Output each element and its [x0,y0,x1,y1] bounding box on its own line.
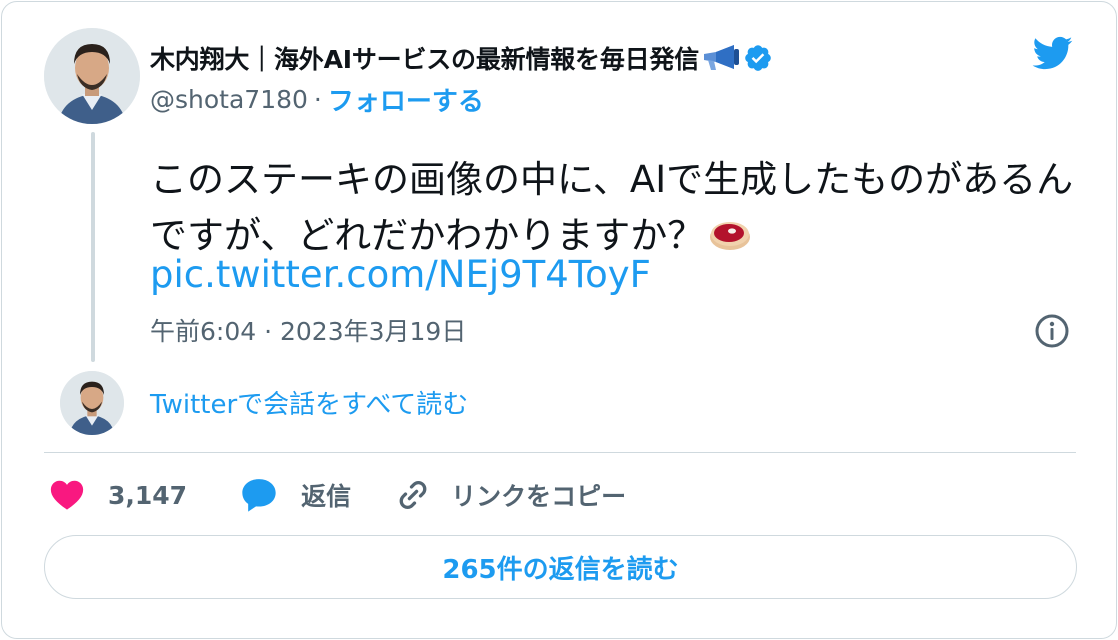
tweet-timestamp[interactable]: 午前6:04 · 2023年3月19日 [150,314,466,350]
follow-button[interactable]: フォローする [328,81,484,118]
speech-bubble-icon [242,479,276,512]
copy-link-button[interactable]: リンクをコピー [395,477,626,513]
read-conversation-link[interactable]: Twitterで会話をすべて読む [150,385,468,425]
heart-icon [50,480,84,510]
tweet-body: このステーキの画像の中に、AIで生成したものがあるんですが、どれだかわかりますか… [150,158,1074,257]
info-icon[interactable] [1034,313,1070,349]
link-icon [399,481,427,509]
copy-link-label: リンクをコピー [451,482,627,511]
author-avatar[interactable] [44,28,140,124]
steak-icon [708,212,752,250]
like-button[interactable]: 3,147 [48,476,187,514]
like-count: 3,147 [108,480,188,510]
megaphone-icon [701,43,741,73]
read-replies-button[interactable]: 265件の返信を読む [44,535,1077,599]
verified-badge-icon [743,43,773,73]
author-handle[interactable]: @shota7180 [150,85,308,114]
tweet-media-link[interactable]: pic.twitter.com/NEj9T4ToyF [150,250,651,300]
divider [44,452,1076,453]
author-handle-row: @shota7180 · フォローする [150,81,484,118]
author-name-row[interactable]: 木内翔大｜海外AIサービスの最新情報を毎日発信 [150,40,773,76]
thread-line [91,132,95,362]
action-bar: 3,147 返信 リンクをコピー [48,472,626,518]
separator-dot: · [313,84,322,114]
reply-button[interactable]: 返信 [239,475,351,515]
tweet-text: このステーキの画像の中に、AIで生成したものがあるんですが、どれだかわかりますか… [150,152,1080,264]
embedded-tweet-card: 木内翔大｜海外AIサービスの最新情報を毎日発信 @shota7180 · フォロ… [1,1,1117,639]
reply-label: 返信 [301,482,352,511]
read-replies-label: 265件の返信を読む [442,554,679,585]
reply-avatar[interactable] [60,371,124,435]
twitter-bird-icon[interactable] [1028,32,1076,74]
author-display-name[interactable]: 木内翔大｜海外AIサービスの最新情報を毎日発信 [150,40,699,76]
